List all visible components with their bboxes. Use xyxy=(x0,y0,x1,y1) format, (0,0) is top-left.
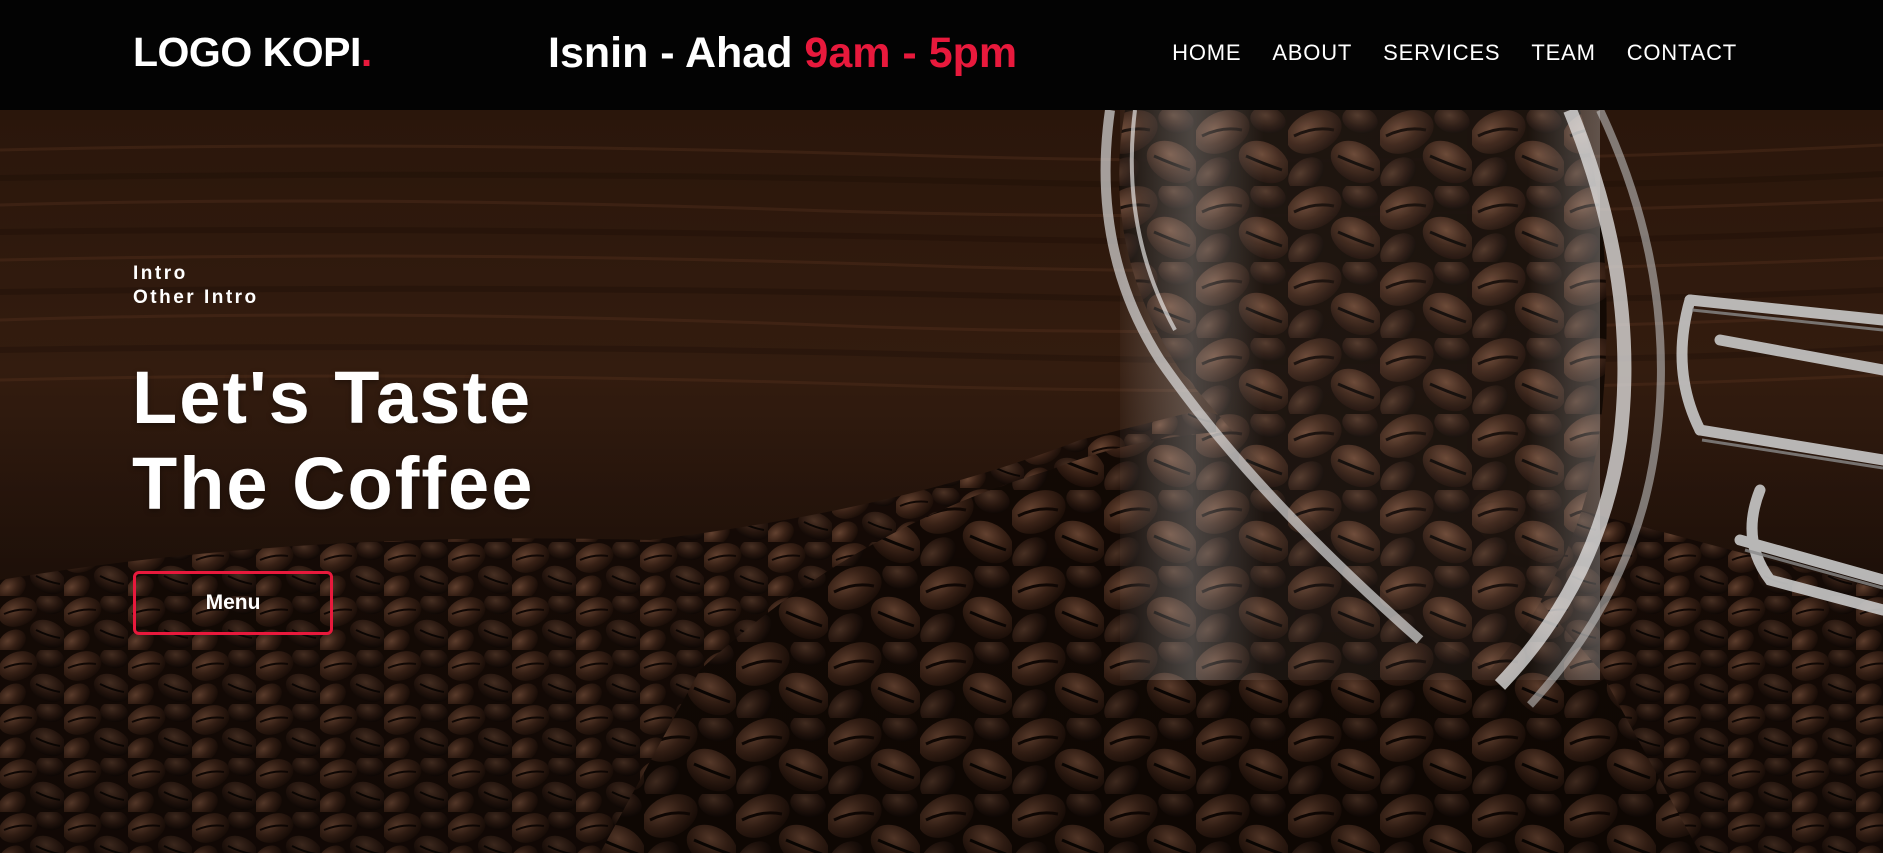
nav-services[interactable]: SERVICES xyxy=(1383,40,1500,66)
menu-button[interactable]: Menu xyxy=(133,571,333,635)
logo-dot: . xyxy=(360,29,372,75)
intro-line-secondary: Other Intro xyxy=(133,287,259,308)
hero-headline: Let's Taste The Coffee xyxy=(132,355,534,527)
main-nav: HOME ABOUT SERVICES TEAM CONTACT xyxy=(1172,40,1737,66)
hero-section: Intro Other Intro Let's Taste The Coffee… xyxy=(0,110,1883,853)
intro-line: Intro xyxy=(133,263,188,284)
nav-about[interactable]: ABOUT xyxy=(1272,40,1352,66)
nav-contact[interactable]: CONTACT xyxy=(1627,40,1737,66)
nav-team[interactable]: TEAM xyxy=(1531,40,1595,66)
headline-line-1: Let's Taste xyxy=(132,356,533,439)
intro-text: Intro Other Intro xyxy=(133,262,259,310)
nav-home[interactable]: HOME xyxy=(1172,40,1241,66)
landing-page: LOGO KOPI. Isnin - Ahad 9am - 5pm HOME A… xyxy=(0,0,1883,853)
logo-text: LOGO KOPI xyxy=(133,29,361,75)
site-header: LOGO KOPI. Isnin - Ahad 9am - 5pm HOME A… xyxy=(0,0,1883,110)
opening-days: Isnin - Ahad xyxy=(548,29,793,77)
logo[interactable]: LOGO KOPI. xyxy=(133,29,372,76)
opening-hours: Isnin - Ahad 9am - 5pm xyxy=(548,29,1017,78)
headline-line-2: The Coffee xyxy=(132,442,535,525)
opening-time: 9am - 5pm xyxy=(804,29,1018,77)
